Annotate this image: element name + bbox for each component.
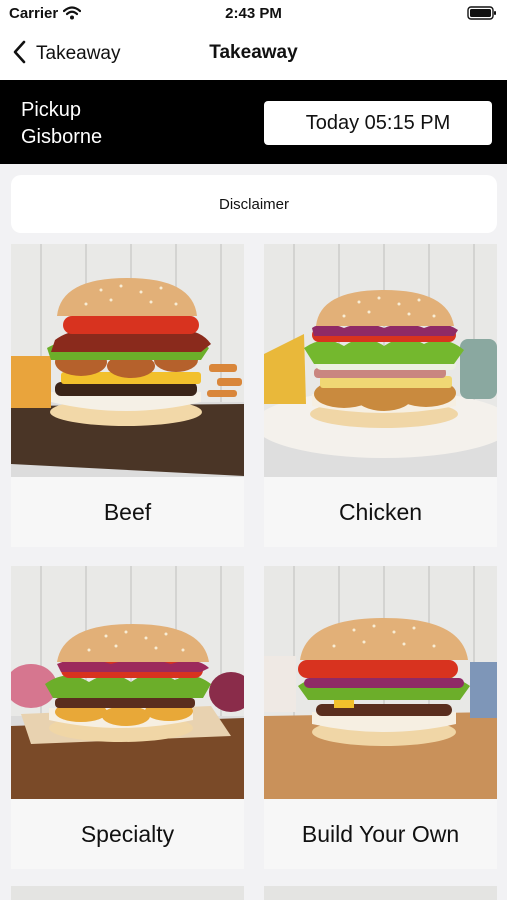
category-label: Specialty bbox=[11, 799, 244, 869]
pickup-mode-label: Pickup bbox=[21, 99, 82, 121]
status-bar: Carrier 2:43 PM bbox=[0, 0, 507, 28]
category-label: Beef bbox=[11, 477, 244, 547]
category-label: Chicken bbox=[264, 477, 497, 547]
pickup-bar: Pickup Gisborne Today 05:15 PM bbox=[0, 80, 507, 164]
navigation-bar: Takeaway Takeaway bbox=[0, 28, 507, 80]
beef-burger-image bbox=[11, 244, 244, 477]
disclaimer-button[interactable]: Disclaimer bbox=[11, 175, 497, 233]
category-card-beef[interactable]: Beef bbox=[11, 244, 244, 547]
category-card-specialty[interactable]: Specialty bbox=[11, 566, 244, 869]
category-card-partial[interactable] bbox=[264, 886, 497, 900]
status-time: 2:43 PM bbox=[225, 5, 282, 22]
pickup-store-label[interactable]: Gisborne bbox=[21, 126, 102, 149]
category-card-chicken[interactable]: Chicken bbox=[264, 244, 497, 547]
pickup-time-button[interactable]: Today 05:15 PM bbox=[264, 101, 492, 145]
battery-icon bbox=[467, 6, 497, 25]
category-card-build-your-own[interactable]: Build Your Own bbox=[264, 566, 497, 869]
chicken-burger-image bbox=[264, 244, 497, 477]
page-title: Takeaway bbox=[209, 42, 298, 63]
category-card-partial[interactable] bbox=[11, 886, 244, 900]
build-your-own-burger-image bbox=[264, 566, 497, 799]
category-label: Build Your Own bbox=[264, 799, 497, 869]
specialty-burger-image bbox=[11, 566, 244, 799]
